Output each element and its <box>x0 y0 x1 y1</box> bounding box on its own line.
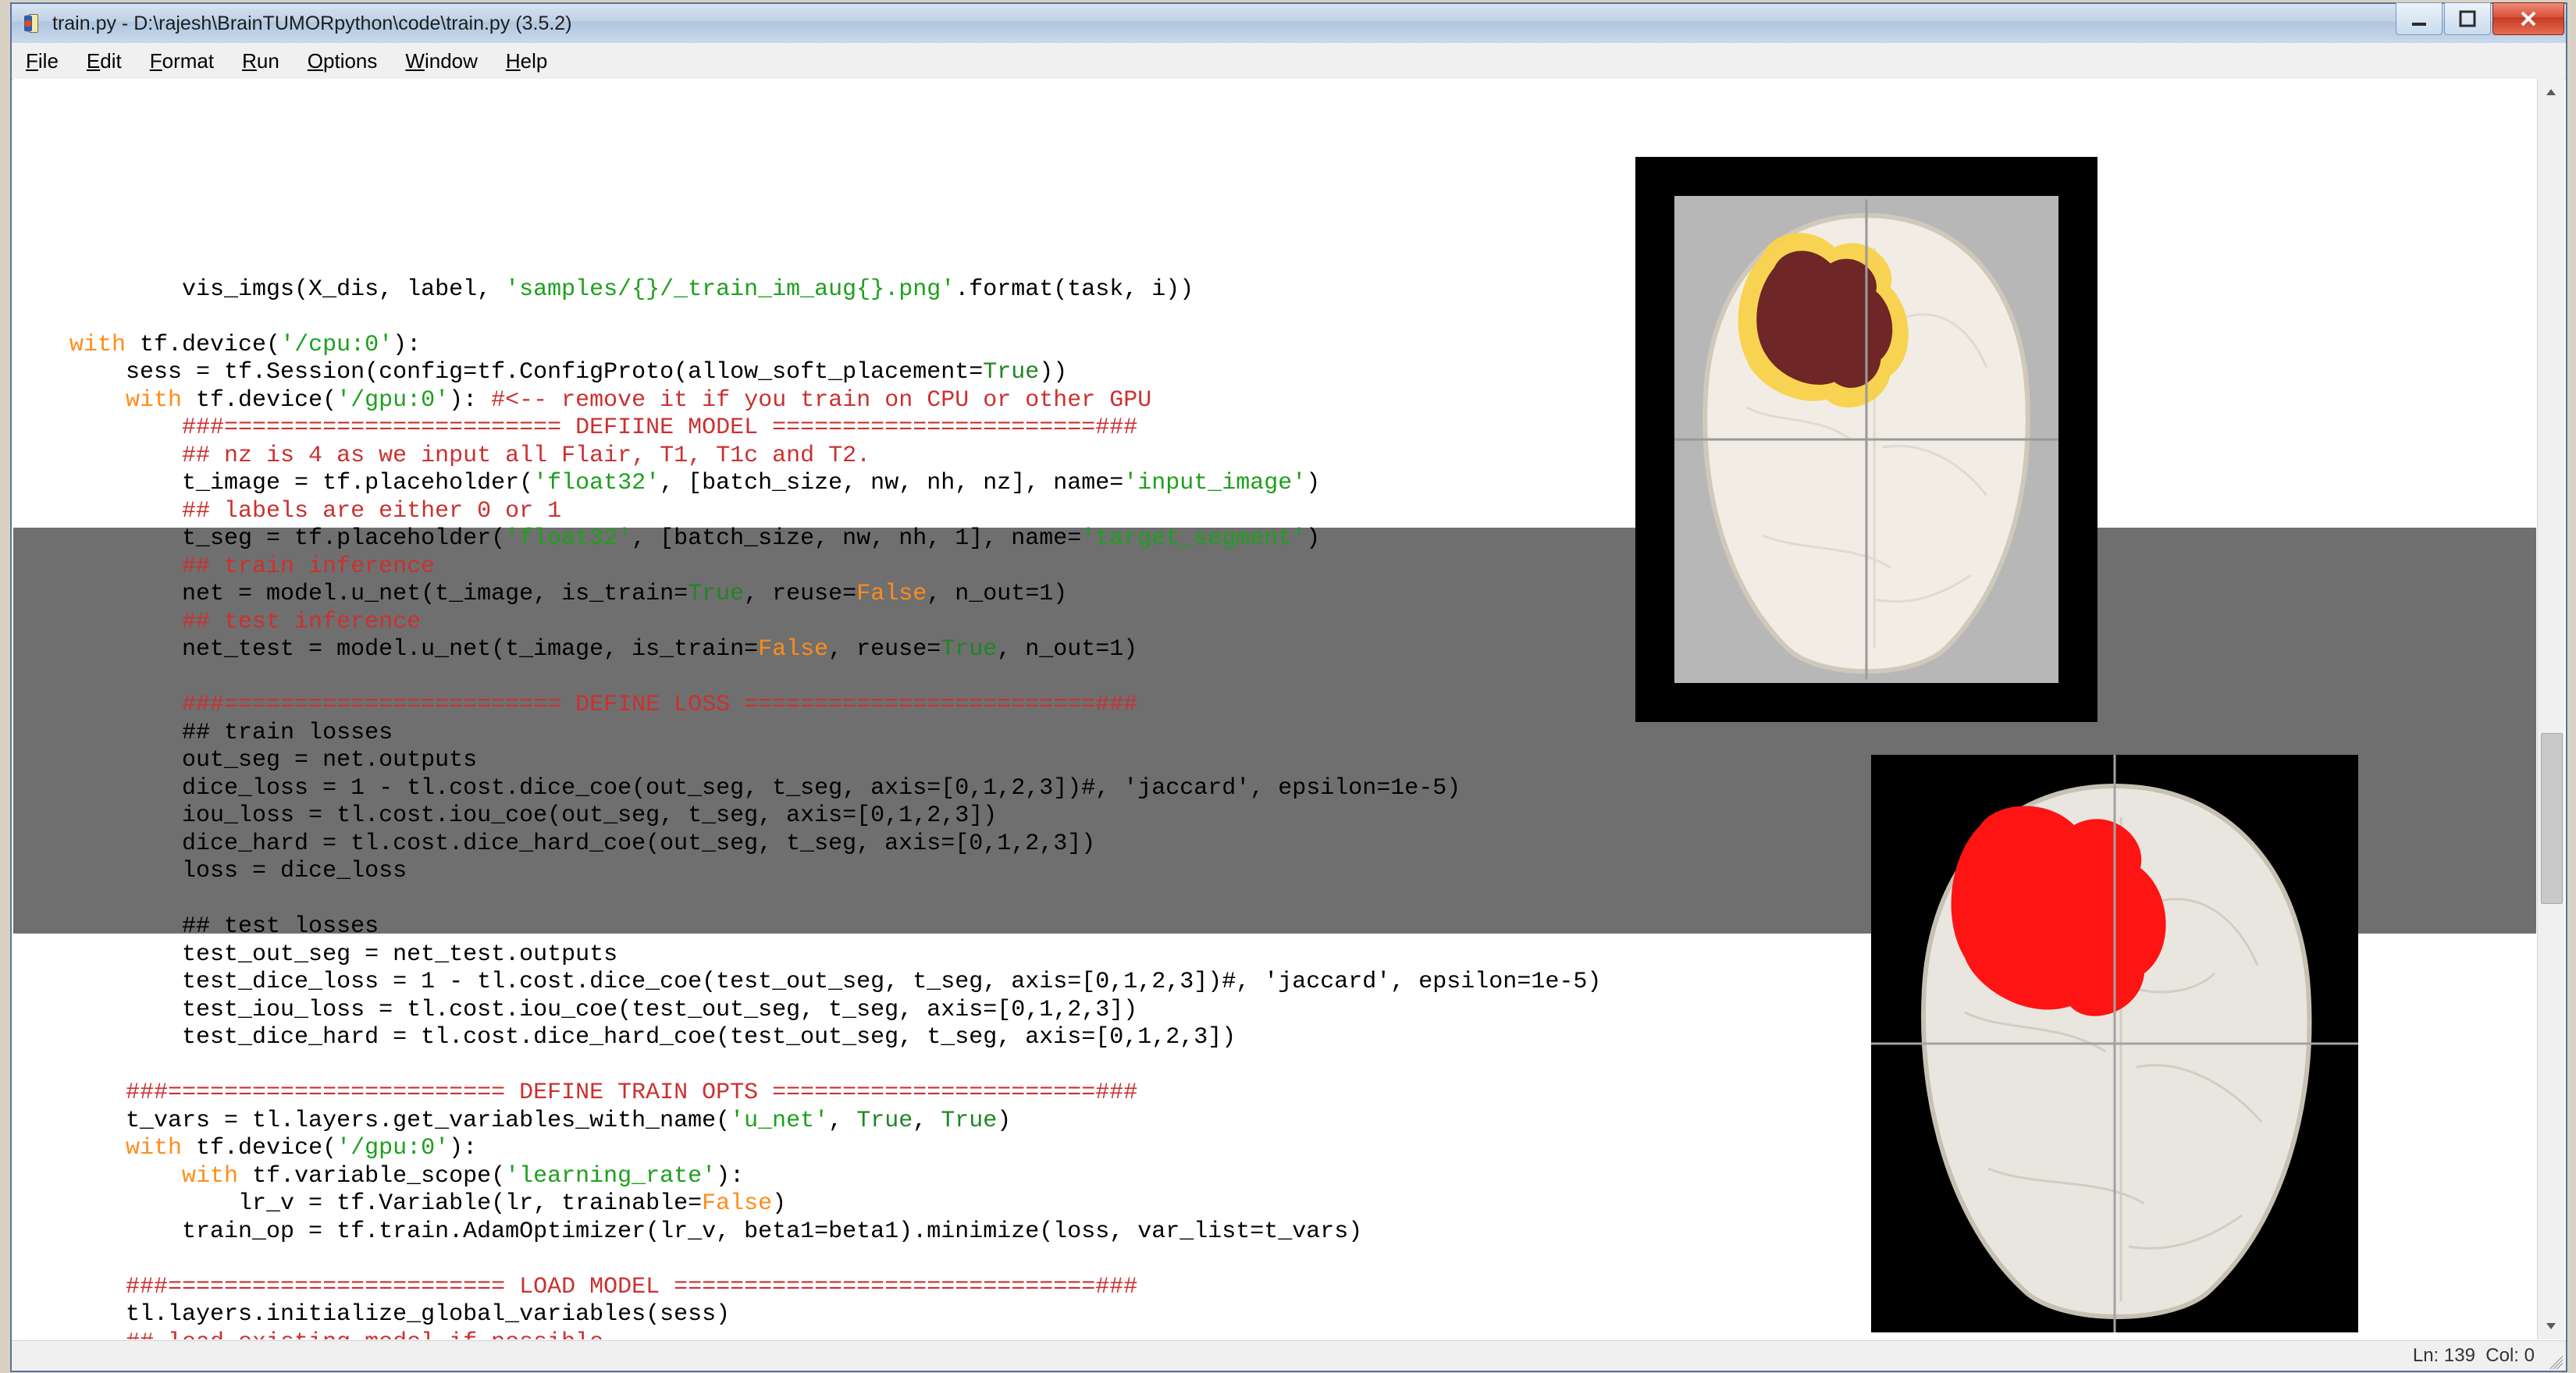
window-title: train.py - D:\rajesh\BrainTUMORpython\co… <box>52 12 572 35</box>
resize-grip-icon[interactable] <box>2546 1352 2563 1369</box>
scroll-track[interactable] <box>2538 105 2564 1313</box>
brain-segmentation-icon <box>1871 755 2358 1332</box>
status-bar: Ln: 139 Col: 0 <box>12 1340 2566 1371</box>
brain-heatmap-icon <box>1674 196 2058 683</box>
scroll-thumb[interactable] <box>2541 733 2563 904</box>
menu-help[interactable]: Help <box>506 49 547 73</box>
vertical-scrollbar[interactable] <box>2537 79 2564 1339</box>
menu-format[interactable]: Format <box>150 49 214 73</box>
menu-options[interactable]: Options <box>308 49 378 73</box>
brain-segmentation-panel <box>1871 755 2358 1332</box>
minimize-button[interactable] <box>2396 2 2443 35</box>
scroll-down-arrow-icon[interactable] <box>2538 1313 2564 1339</box>
menu-bar: File Edit Format Run Options Window Help <box>12 43 2566 80</box>
brain-heatmap-frame <box>1674 196 2058 683</box>
maximize-button[interactable] <box>2444 2 2491 35</box>
menu-file[interactable]: File <box>26 49 59 73</box>
close-button[interactable] <box>2492 2 2564 35</box>
menu-window[interactable]: Window <box>405 49 477 73</box>
title-bar[interactable]: train.py - D:\rajesh\BrainTUMORpython\co… <box>12 4 2566 44</box>
menu-run[interactable]: Run <box>242 49 279 73</box>
scroll-up-arrow-icon[interactable] <box>2538 79 2564 105</box>
editor-area: vis_imgs(X_dis, label, 'samples/{}/_trai… <box>13 79 2564 1339</box>
window-controls <box>2396 2 2564 35</box>
menu-edit[interactable]: Edit <box>87 49 122 73</box>
idle-window: train.py - D:\rajesh\BrainTUMORpython\co… <box>11 3 2567 1371</box>
status-line-col: Ln: 139 Col: 0 <box>2413 1345 2535 1367</box>
brain-heatmap-panel <box>1635 157 2097 722</box>
python-idle-icon <box>23 12 44 34</box>
